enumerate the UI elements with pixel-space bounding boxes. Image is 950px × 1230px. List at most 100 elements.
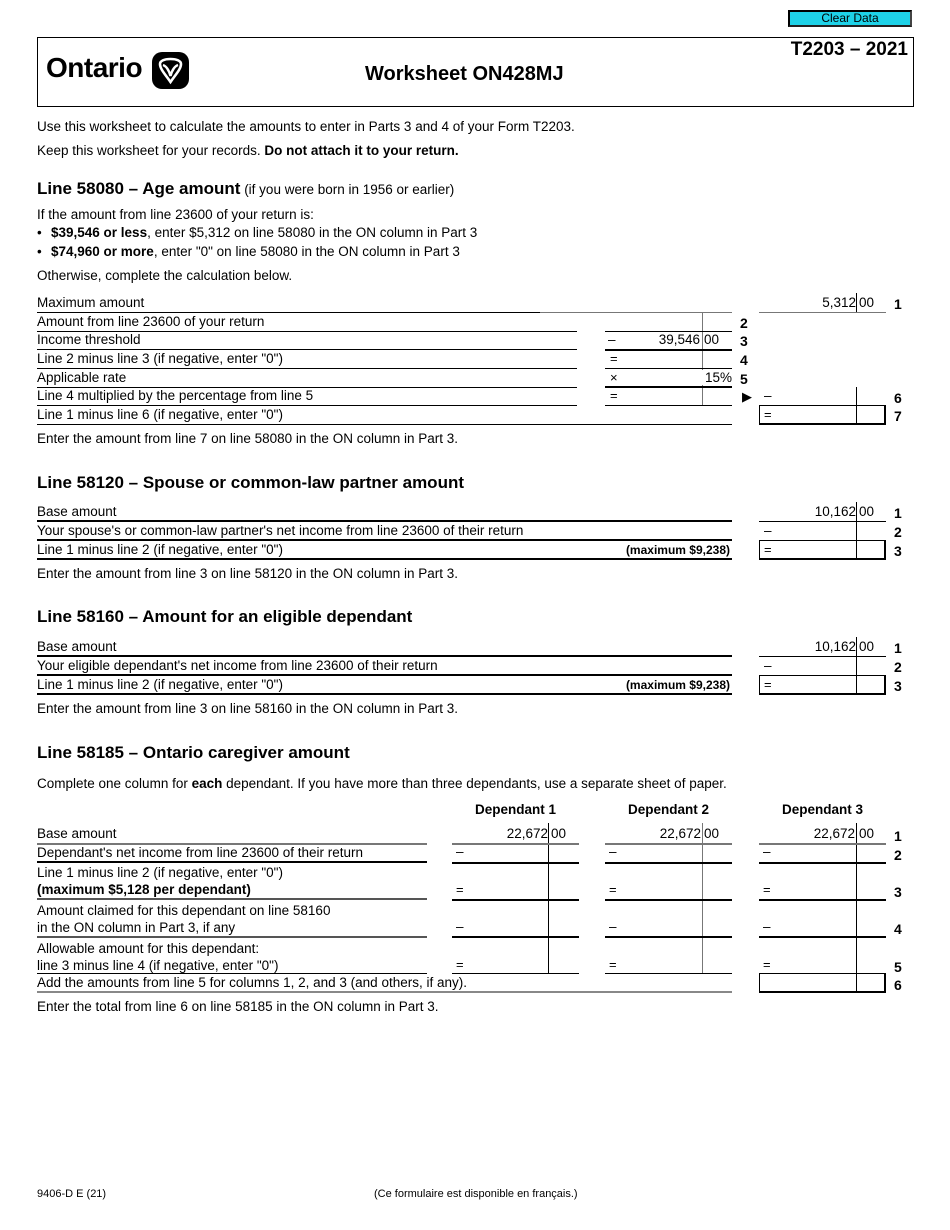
dep1-rule-2 xyxy=(452,862,579,864)
age-row-1-dollars: 5,312 xyxy=(822,295,856,310)
dep3-row-3-op: = xyxy=(763,882,771,897)
caregiver-row-3-text: Line 1 minus line 2 (if negative, enter … xyxy=(37,865,283,880)
age-row-5-op: × xyxy=(610,370,618,385)
age-note: Enter the amount from line 7 on line 580… xyxy=(37,431,458,446)
age-if-text: If the amount from line 23600 of your re… xyxy=(37,207,314,222)
caregiver-row-4-label: Amount claimed for this dependant on lin… xyxy=(37,902,427,938)
dep3-rule-1 xyxy=(759,843,886,845)
age-line-7-number: 7 xyxy=(894,408,902,424)
age-line-1-number: 1 xyxy=(894,296,902,312)
dependant-row-1-dollars: 10,162 xyxy=(814,639,856,654)
caregiver-line-2-number: 2 xyxy=(894,847,902,863)
age-heading-main: Line 58080 – Age amount xyxy=(37,179,241,198)
spouse-line-2-number: 2 xyxy=(894,524,902,540)
age-row-7-cents-divider xyxy=(856,405,857,425)
age-bullet: $39,546 or less, enter $5,312 on line 58… xyxy=(37,225,477,240)
age-row-4-op: = xyxy=(610,351,618,366)
caregiver-instr-post: dependant. If you have more than three d… xyxy=(222,776,727,791)
age-row-6-label: Line 4 multiplied by the percentage from… xyxy=(37,387,577,406)
caregiver-line-6-number: 6 xyxy=(894,977,902,993)
age-row-3-label: Income threshold xyxy=(37,331,577,350)
caregiver-row-5-text: Allowable amount for this dependant: xyxy=(37,941,260,956)
age-row-7-label: Line 1 minus line 6 (if negative, enter … xyxy=(37,406,732,425)
age-row-4-label: Line 2 minus line 3 (if negative, enter … xyxy=(37,350,577,369)
age-row-6-op2: – xyxy=(764,388,772,403)
age-line-4-number: 4 xyxy=(740,352,748,368)
age-line-7-input[interactable] xyxy=(759,405,886,425)
dependant-line-3-number: 3 xyxy=(894,678,902,694)
caregiver-total-input[interactable] xyxy=(759,973,886,993)
spouse-line-1-number: 1 xyxy=(894,505,902,521)
caregiver-row-3-label: Line 1 minus line 2 (if negative, enter … xyxy=(37,864,427,900)
caregiver-line-3-number: 3 xyxy=(894,884,902,900)
age-row-1-rule xyxy=(540,312,732,313)
dep1-rule-5 xyxy=(452,973,579,974)
dep3-rule-2 xyxy=(759,862,886,864)
dep1-base-cents: 00 xyxy=(551,826,567,841)
spouse-line-3-input[interactable] xyxy=(759,540,886,560)
caregiver-row-4-text: Amount claimed for this dependant on lin… xyxy=(37,903,331,918)
dependant-line-3-input[interactable] xyxy=(759,675,886,695)
age-otherwise: Otherwise, complete the calculation belo… xyxy=(37,268,293,283)
dep2-rule-5 xyxy=(605,973,732,974)
spouse-row-1-label: Base amount xyxy=(37,503,732,522)
age-row-1-cents: 00 xyxy=(859,295,875,310)
age-row-4-rule xyxy=(605,368,732,369)
spouse-row-2-label: Your spouse's or common-law partner's ne… xyxy=(37,522,732,541)
dep1-row-4-op: – xyxy=(456,919,464,934)
column-header-dependant-2: Dependant 2 xyxy=(627,802,709,817)
bullet-bold: $74,960 or more xyxy=(51,244,154,259)
dep1-rule-1 xyxy=(452,843,579,845)
dep2-base-dollars: 22,672 xyxy=(659,826,701,841)
age-right-row-1-rule xyxy=(759,312,886,313)
dep1-row-2-op: – xyxy=(456,844,464,859)
dependant-row-3-op: = xyxy=(764,677,772,692)
worksheet-title: Worksheet ON428MJ xyxy=(365,63,564,85)
age-row-3-cents: 00 xyxy=(704,332,720,347)
caregiver-row-4-text2: in the ON column in Part 3, if any xyxy=(37,920,236,935)
dep1-rule-4 xyxy=(452,936,579,938)
dep3-row-2-op: – xyxy=(763,844,771,859)
caregiver-note: Enter the total from line 6 on line 5818… xyxy=(37,999,439,1014)
age-line-3-number: 3 xyxy=(740,333,748,349)
clear-data-button[interactable]: Clear Data xyxy=(788,10,912,27)
spouse-heading: Line 58120 – Spouse or common-law partne… xyxy=(37,473,464,492)
dependant-row-2-op: – xyxy=(764,658,772,673)
age-row-2-label: Amount from line 23600 of your return xyxy=(37,313,577,332)
caregiver-row-2-label: Dependant's net income from line 23600 o… xyxy=(37,844,427,863)
age-row-6-cents-divider xyxy=(856,387,857,406)
age-row-1-label: Maximum amount xyxy=(37,294,732,313)
age-row-3-rule xyxy=(605,349,732,351)
dep3-rule-3 xyxy=(759,899,886,901)
dependant-maximum: (maximum $9,238) xyxy=(625,678,730,692)
dep2-base-cents: 00 xyxy=(704,826,720,841)
caregiver-line-1-number: 1 xyxy=(894,828,902,844)
dep2-row-5-op: = xyxy=(609,957,617,972)
dependant-row-1-label: Base amount xyxy=(37,638,732,657)
dep3-row-4-op: – xyxy=(763,919,771,934)
dependant-line-1-number: 1 xyxy=(894,640,902,656)
caregiver-line-5-number: 5 xyxy=(894,959,902,975)
caregiver-row-3-bold: (maximum $5,128 per dependant) xyxy=(37,882,251,897)
age-right-cents-divider xyxy=(856,293,857,312)
records-note: Keep this worksheet for your records. Do… xyxy=(37,143,459,158)
dependant-row-2-label: Your eligible dependant's net income fro… xyxy=(37,657,732,676)
dep2-row-4-op: – xyxy=(609,919,617,934)
dep2-rule-3 xyxy=(605,899,732,901)
ontario-logo-text: Ontario xyxy=(46,52,143,83)
age-row-5-rate: 15% xyxy=(680,370,732,385)
age-row-3-op: – xyxy=(608,332,616,347)
bullet-bold: $39,546 or less xyxy=(51,225,148,240)
age-row-6-op: = xyxy=(610,388,618,403)
age-row-6-rule xyxy=(605,405,732,406)
age-heading-sub: (if you were born in 1956 or earlier) xyxy=(240,182,455,197)
bullet-text: , enter $5,312 on line 58080 in the ON c… xyxy=(147,225,478,240)
caregiver-total-cents-divider xyxy=(856,973,857,993)
spouse-row-3-op: = xyxy=(764,542,772,557)
age-row-7-op: = xyxy=(764,407,772,422)
dep2-row-2-op: – xyxy=(609,844,617,859)
bullet-text: , enter "0" on line 58080 in the ON colu… xyxy=(153,244,460,259)
dependant-heading: Line 58160 – Amount for an eligible depe… xyxy=(37,607,413,626)
records-note-bold: Do not attach it to your return. xyxy=(264,143,459,158)
age-bullet: $74,960 or more, enter "0" on line 58080… xyxy=(37,244,460,259)
